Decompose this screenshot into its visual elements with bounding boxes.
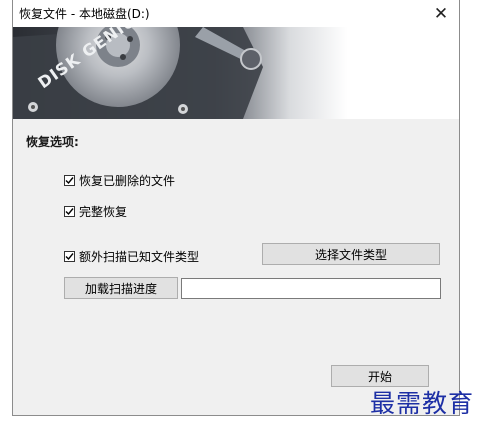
watermark-text: 最需教育 [370, 389, 475, 418]
recover-deleted-label: 恢复已删除的文件 [79, 174, 176, 188]
close-button[interactable]: ✕ [423, 0, 459, 27]
full-recovery-label: 完整恢复 [79, 205, 128, 219]
select-file-types-button[interactable]: 选择文件类型 [262, 243, 440, 265]
checkbox-checked-icon [64, 206, 75, 217]
close-icon: ✕ [433, 3, 449, 24]
recover-deleted-checkbox[interactable]: 恢复已删除的文件 [64, 172, 175, 189]
recover-files-dialog: 恢复文件 - 本地磁盘(D:) ✕ DISK 恢复选项: 恢复已删除的文件 完整… [12, 0, 460, 416]
extra-scan-label: 额外扫描已知文件类型 [79, 250, 200, 264]
checkbox-checked-icon [64, 175, 75, 186]
extra-scan-checkbox[interactable]: 额外扫描已知文件类型 [64, 248, 199, 265]
load-scan-progress-button[interactable]: 加载扫描进度 [64, 277, 178, 299]
disk-genius-banner: DISK GENIUS [13, 27, 459, 119]
recovery-options-title: 恢复选项: [26, 135, 79, 149]
title-bar: 恢复文件 - 本地磁盘(D:) ✕ [13, 0, 459, 27]
window-title: 恢复文件 - 本地磁盘(D:) [19, 7, 150, 21]
full-recovery-checkbox[interactable]: 完整恢复 [64, 203, 127, 220]
scan-progress-path-input[interactable] [181, 278, 441, 299]
hard-drive-image: DISK GENIUS [13, 27, 459, 119]
checkbox-checked-icon [64, 251, 75, 262]
